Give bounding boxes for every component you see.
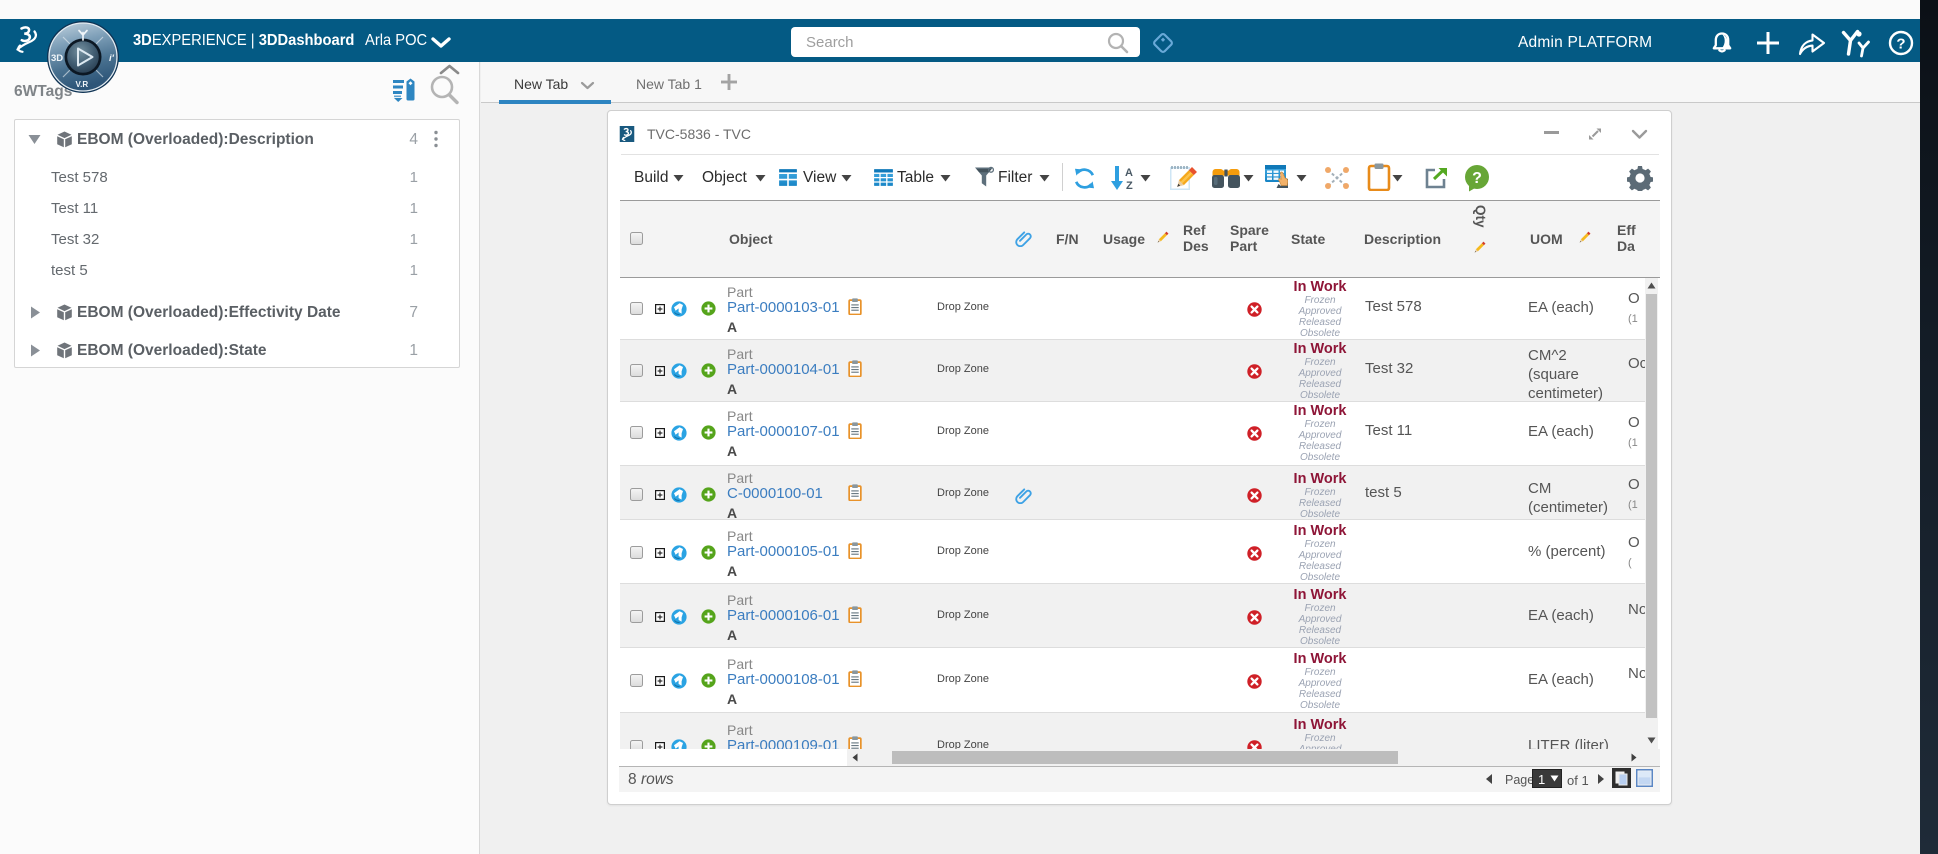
svg-text:?: ? <box>1472 170 1482 187</box>
svg-text:A: A <box>1125 167 1133 179</box>
svg-text:?: ? <box>1896 36 1905 53</box>
svg-text:i': i' <box>109 53 115 64</box>
svg-text:V.R: V.R <box>76 80 89 89</box>
svg-text:Z: Z <box>1126 180 1133 191</box>
svg-text:3D: 3D <box>51 53 63 64</box>
